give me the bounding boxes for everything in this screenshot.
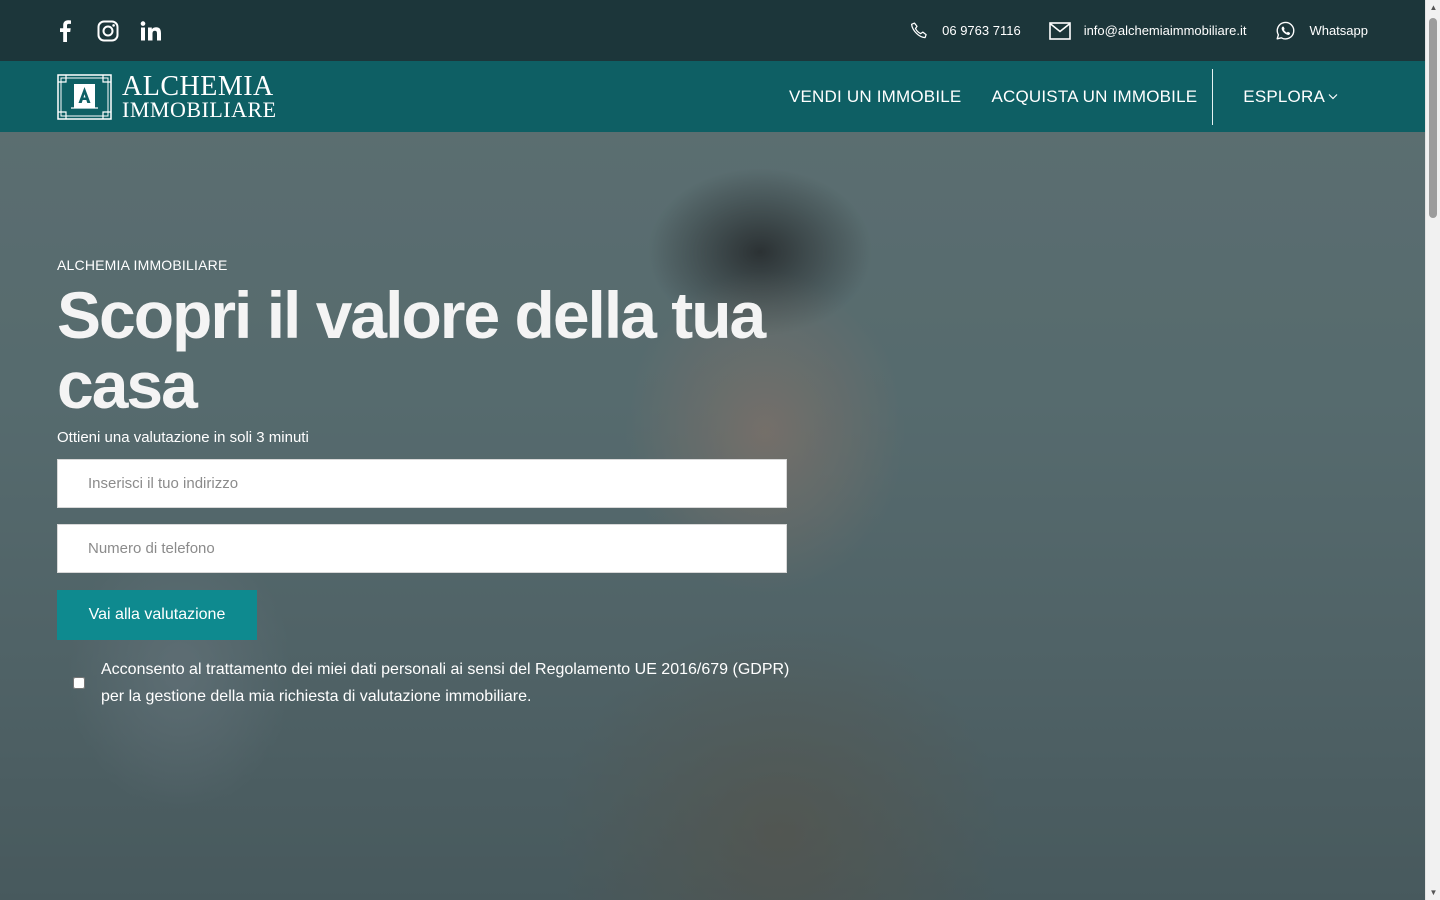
logo-text: ALCHEMIA IMMOBILIARE [122,70,277,122]
email-link[interactable]: info@alchemiaimmobiliare.it [1048,21,1247,40]
hero-section: ALCHEMIA IMMOBILIARE Scopri il valore de… [0,132,1425,900]
valuation-button[interactable]: Vai alla valutazione [57,590,257,640]
email-address: info@alchemiaimmobiliare.it [1083,23,1247,38]
phone-input[interactable] [57,524,787,573]
hero-eyebrow: ALCHEMIA IMMOBILIARE [57,257,228,273]
linkedin-icon[interactable] [139,19,163,43]
contact-info: 06 9763 7116 info@alchemiaimmobiliare.it… [909,20,1368,42]
chevron-down-icon [1328,94,1338,100]
consent-text: Acconsento al trattamento dei miei dati … [101,661,790,705]
page-scrollbar[interactable]: ▲ ▼ [1425,0,1440,900]
phone-icon [911,21,927,38]
phone-number: 06 9763 7116 [942,23,1021,38]
logo-line-2: IMMOBILIARE [122,96,277,122]
main-nav: ALCHEMIA IMMOBILIARE VENDI UN IMMOBILE A… [0,61,1425,132]
whatsapp-label: Whatsapp [1309,23,1368,38]
whatsapp-icon [1276,21,1295,40]
logo-line-1: ALCHEMIA [122,70,274,102]
consent-row: Acconsento al trattamento dei miei dati … [73,656,793,710]
address-input[interactable] [57,459,787,508]
nav-acquista[interactable]: ACQUISTA UN IMMOBILE [976,87,1212,107]
nav-vendi[interactable]: VENDI UN IMMOBILE [774,87,976,107]
whatsapp-link[interactable]: Whatsapp [1274,20,1368,42]
social-links [53,19,163,43]
phone-link[interactable]: 06 9763 7116 [909,21,1021,41]
scrollbar-thumb[interactable] [1429,18,1437,218]
consent-checkbox[interactable] [73,677,85,689]
nav-menu: VENDI UN IMMOBILE ACQUISTA UN IMMOBILE E… [774,61,1353,132]
nav-esplora[interactable]: ESPLORA [1228,87,1353,107]
nav-esplora-label: ESPLORA [1243,86,1325,106]
hero-subtitle: Ottieni una valutazione in soli 3 minuti [57,429,309,446]
scroll-down-icon[interactable]: ▼ [1426,885,1440,900]
instagram-icon[interactable] [96,19,120,43]
nav-divider [1212,68,1214,125]
mail-icon [1048,21,1071,40]
logo-icon [57,73,112,120]
top-bar: 06 9763 7116 info@alchemiaimmobiliare.it… [0,0,1425,61]
scroll-up-icon[interactable]: ▲ [1426,0,1440,15]
hero-title: Scopri il valore della tua casa [57,278,766,422]
logo[interactable]: ALCHEMIA IMMOBILIARE [57,70,277,122]
facebook-icon[interactable] [53,19,77,43]
